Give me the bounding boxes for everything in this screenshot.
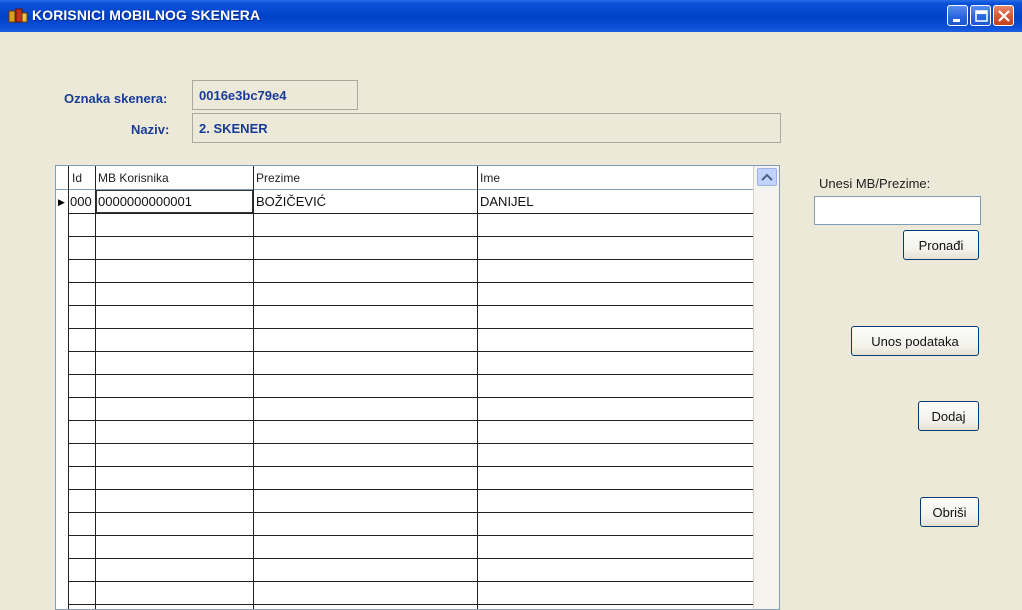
minimize-button[interactable] [947, 5, 968, 26]
row-line [69, 236, 754, 237]
title-bar[interactable]: KORISNICI MOBILNOG SKENERA [0, 0, 1022, 32]
row-line [69, 581, 754, 582]
row-line [69, 466, 754, 467]
row-line [69, 512, 754, 513]
close-button[interactable] [993, 5, 1014, 26]
row-line [69, 489, 754, 490]
row-line [69, 259, 754, 260]
grid-line [477, 166, 478, 609]
scanner-code-value: 0016e3bc79e4 [199, 88, 287, 103]
add-button-label: Dodaj [931, 408, 966, 424]
grid-line [68, 166, 69, 609]
users-grid[interactable]: Id MB Korisnika Prezime Ime ▶ 0000000000… [55, 165, 780, 610]
name-value: 2. SKENER [199, 121, 268, 136]
row-line [69, 328, 754, 329]
row-line [69, 397, 754, 398]
vertical-scrollbar[interactable] [753, 166, 779, 609]
row-line [69, 558, 754, 559]
find-button[interactable]: Pronađi [903, 230, 979, 260]
cell-prezime[interactable]: BOŽIČEVIĆ [254, 190, 477, 212]
maximize-icon [975, 10, 988, 22]
row-line [69, 282, 754, 283]
row-line [69, 420, 754, 421]
scanner-code-label: Oznaka skenera: [64, 91, 168, 106]
enter-data-button-label: Unos podataka [871, 333, 959, 349]
name-field: 2. SKENER [192, 113, 781, 143]
cell-id[interactable]: 000 [69, 190, 95, 212]
column-header-id[interactable]: Id [70, 166, 96, 189]
app-icon [8, 8, 28, 23]
find-button-label: Pronađi [918, 237, 964, 253]
name-label: Naziv: [131, 122, 170, 137]
column-header-mb[interactable]: MB Korisnika [96, 166, 254, 189]
maximize-button[interactable] [970, 5, 991, 26]
close-icon [998, 10, 1010, 22]
chevron-up-icon [761, 173, 773, 181]
search-label: Unesi MB/Prezime: [819, 176, 931, 191]
grid-line [253, 166, 254, 609]
delete-button-label: Obriši [932, 504, 967, 520]
add-button[interactable]: Dodaj [918, 401, 979, 431]
window-title: KORISNICI MOBILNOG SKENERA [32, 7, 261, 23]
scanner-code-field: 0016e3bc79e4 [192, 80, 358, 110]
cell-ime[interactable]: DANIJEL [478, 190, 753, 212]
selected-cell-outline [96, 190, 253, 213]
row-line [69, 351, 754, 352]
row-line [69, 604, 754, 605]
minimize-icon [953, 19, 960, 22]
enter-data-button[interactable]: Unos podataka [851, 326, 979, 356]
column-header-prezime[interactable]: Prezime [254, 166, 478, 189]
column-header-ime[interactable]: Ime [478, 166, 748, 189]
row-line [69, 305, 754, 306]
grid-header: Id MB Korisnika Prezime Ime [56, 166, 779, 189]
current-row-indicator-icon: ▶ [58, 197, 65, 207]
row-line [69, 213, 754, 214]
row-line [69, 374, 754, 375]
scroll-up-button[interactable] [757, 168, 777, 186]
row-line [69, 535, 754, 536]
row-line [69, 443, 754, 444]
delete-button[interactable]: Obriši [920, 497, 979, 527]
search-input[interactable] [814, 196, 981, 225]
grid-line [95, 166, 96, 609]
